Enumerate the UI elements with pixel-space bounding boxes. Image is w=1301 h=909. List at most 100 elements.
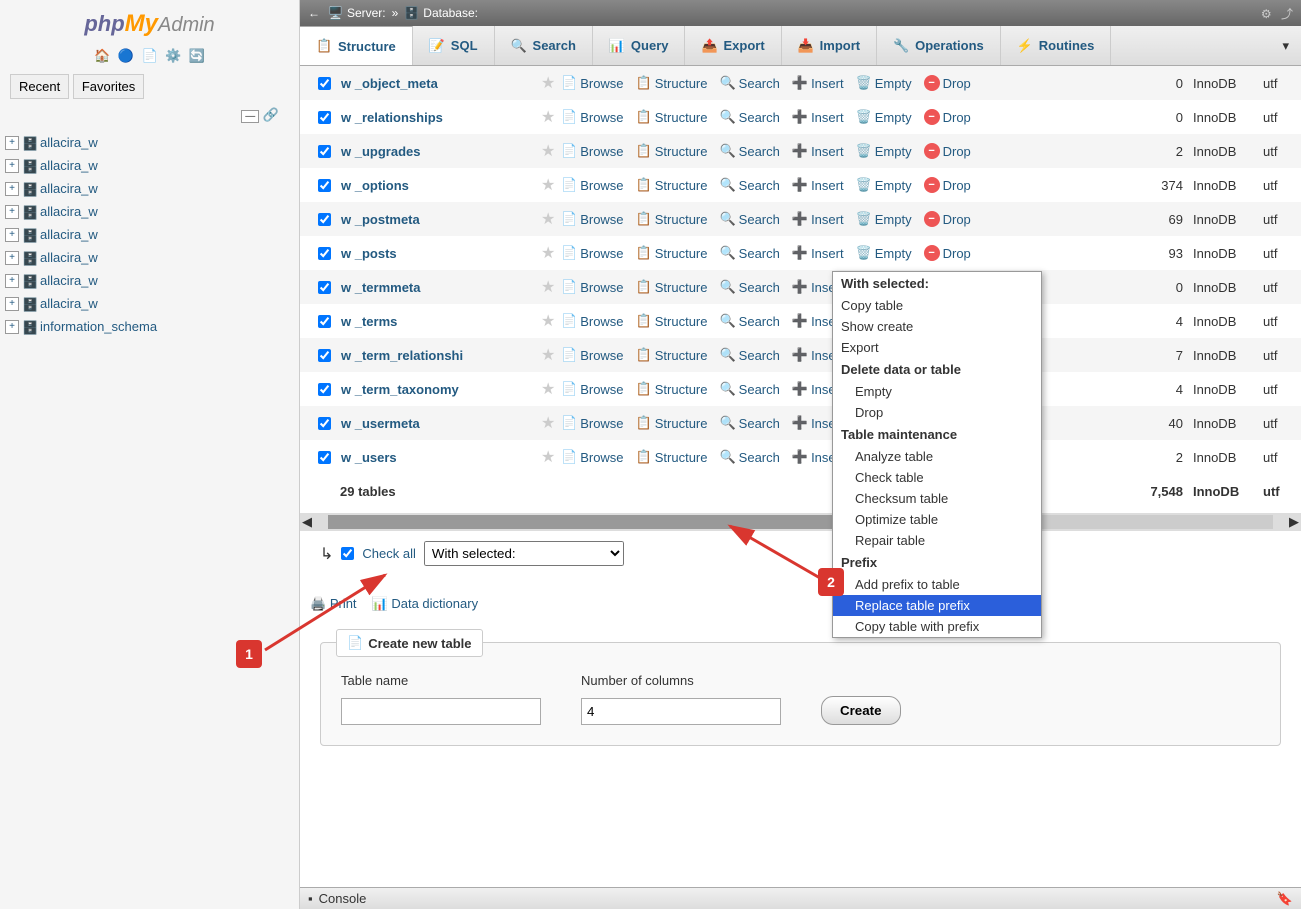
search-action[interactable]: 🔍Search bbox=[719, 245, 779, 261]
structure-action[interactable]: 📋Structure bbox=[636, 279, 708, 295]
back-icon[interactable]: ← bbox=[308, 6, 320, 20]
expand-icon[interactable]: + bbox=[5, 320, 19, 334]
collapse-panel-icon[interactable]: ⤴ bbox=[1281, 7, 1293, 21]
docs-icon[interactable]: 📄 bbox=[142, 48, 158, 64]
browse-action[interactable]: 📄Browse bbox=[561, 381, 624, 397]
console-bar[interactable]: ▪ Console 🔖 bbox=[300, 887, 1301, 909]
gear-icon[interactable]: ⚙ bbox=[1261, 7, 1272, 21]
row-checkbox[interactable] bbox=[318, 179, 331, 192]
scroll-track[interactable] bbox=[328, 515, 1273, 529]
table-name[interactable]: w _terms bbox=[341, 314, 541, 329]
search-action[interactable]: 🔍Search bbox=[719, 279, 779, 295]
search-action[interactable]: 🔍Search bbox=[719, 109, 779, 125]
tab-sql[interactable]: 📝SQL bbox=[413, 26, 495, 65]
structure-action[interactable]: 📋Structure bbox=[636, 109, 708, 125]
drop-action[interactable]: −Drop bbox=[924, 211, 971, 227]
tab-routines[interactable]: ⚡Routines bbox=[1001, 26, 1112, 65]
row-checkbox[interactable] bbox=[318, 77, 331, 90]
search-action[interactable]: 🔍Search bbox=[719, 347, 779, 363]
db-tree-item[interactable]: +🗄️allacira_w bbox=[5, 177, 294, 200]
db-tree-item[interactable]: +🗄️allacira_w bbox=[5, 223, 294, 246]
favorite-icon[interactable]: ★ bbox=[541, 107, 561, 127]
menu-analyze[interactable]: Analyze table bbox=[833, 446, 1041, 467]
search-action[interactable]: 🔍Search bbox=[719, 415, 779, 431]
breadcrumb-db-label[interactable]: Database: bbox=[423, 6, 478, 20]
structure-action[interactable]: 📋Structure bbox=[636, 415, 708, 431]
empty-action[interactable]: 🗑️Empty bbox=[856, 109, 912, 125]
table-name[interactable]: w _users bbox=[341, 450, 541, 465]
row-checkbox[interactable] bbox=[318, 383, 331, 396]
menu-copy-prefix[interactable]: Copy table with prefix bbox=[833, 616, 1041, 637]
search-action[interactable]: 🔍Search bbox=[719, 75, 779, 91]
table-name[interactable]: w _term_relationshi bbox=[341, 348, 541, 363]
db-tree-item[interactable]: +🗄️allacira_w bbox=[5, 200, 294, 223]
expand-icon[interactable]: + bbox=[5, 297, 19, 311]
structure-action[interactable]: 📋Structure bbox=[636, 177, 708, 193]
row-checkbox[interactable] bbox=[318, 247, 331, 260]
favorite-icon[interactable]: ★ bbox=[541, 175, 561, 195]
browse-action[interactable]: 📄Browse bbox=[561, 211, 624, 227]
row-checkbox[interactable] bbox=[318, 213, 331, 226]
structure-action[interactable]: 📋Structure bbox=[636, 381, 708, 397]
data-dictionary-link[interactable]: 📊 Data dictionary bbox=[372, 596, 479, 612]
table-name-input[interactable] bbox=[341, 698, 541, 725]
search-action[interactable]: 🔍Search bbox=[719, 143, 779, 159]
breadcrumb-server-label[interactable]: Server: bbox=[347, 6, 386, 20]
recent-button[interactable]: Recent bbox=[10, 74, 69, 99]
tab-import[interactable]: 📥Import bbox=[782, 26, 877, 65]
print-link[interactable]: 🖨️ Print bbox=[310, 596, 357, 612]
table-name[interactable]: w _termmeta bbox=[341, 280, 541, 295]
row-checkbox[interactable] bbox=[318, 111, 331, 124]
collapse-all-icon[interactable]: — bbox=[241, 110, 259, 123]
row-checkbox[interactable] bbox=[318, 315, 331, 328]
empty-action[interactable]: 🗑️Empty bbox=[856, 177, 912, 193]
browse-action[interactable]: 📄Browse bbox=[561, 347, 624, 363]
tab-structure[interactable]: 📋Structure bbox=[300, 26, 413, 65]
logout-icon[interactable]: 🔵 bbox=[118, 48, 134, 64]
structure-action[interactable]: 📋Structure bbox=[636, 143, 708, 159]
insert-action[interactable]: ➕Insert bbox=[792, 211, 844, 227]
create-button[interactable]: Create bbox=[821, 696, 901, 725]
insert-action[interactable]: ➕Insert bbox=[792, 177, 844, 193]
empty-action[interactable]: 🗑️Empty bbox=[856, 143, 912, 159]
favorite-icon[interactable]: ★ bbox=[541, 447, 561, 467]
link-icon[interactable]: 🔗 bbox=[263, 107, 279, 122]
horizontal-scrollbar[interactable]: ◀ ▶ bbox=[300, 513, 1301, 531]
favorite-icon[interactable]: ★ bbox=[541, 277, 561, 297]
bookmark-icon[interactable]: 🔖 bbox=[1277, 891, 1293, 907]
db-tree-item[interactable]: +🗄️allacira_w bbox=[5, 246, 294, 269]
table-name[interactable]: w _term_taxonomy bbox=[341, 382, 541, 397]
row-checkbox[interactable] bbox=[318, 451, 331, 464]
structure-action[interactable]: 📋Structure bbox=[636, 211, 708, 227]
menu-add-prefix[interactable]: Add prefix to table bbox=[833, 574, 1041, 595]
browse-action[interactable]: 📄Browse bbox=[561, 449, 624, 465]
browse-action[interactable]: 📄Browse bbox=[561, 415, 624, 431]
search-action[interactable]: 🔍Search bbox=[719, 211, 779, 227]
insert-action[interactable]: ➕Insert bbox=[792, 75, 844, 91]
check-all-link[interactable]: Check all bbox=[362, 546, 415, 561]
browse-action[interactable]: 📄Browse bbox=[561, 279, 624, 295]
tab-operations[interactable]: 🔧Operations bbox=[877, 26, 1001, 65]
with-selected-dropdown[interactable]: With selected: bbox=[424, 541, 624, 566]
expand-icon[interactable]: + bbox=[5, 182, 19, 196]
drop-action[interactable]: −Drop bbox=[924, 75, 971, 91]
favorite-icon[interactable]: ★ bbox=[541, 413, 561, 433]
favorite-icon[interactable]: ★ bbox=[541, 345, 561, 365]
db-tree-item[interactable]: +🗄️information_schema bbox=[5, 315, 294, 338]
tab-export[interactable]: 📤Export bbox=[685, 26, 781, 65]
structure-action[interactable]: 📋Structure bbox=[636, 449, 708, 465]
favorites-button[interactable]: Favorites bbox=[73, 74, 144, 99]
empty-action[interactable]: 🗑️Empty bbox=[856, 245, 912, 261]
db-tree-item[interactable]: +🗄️allacira_w bbox=[5, 154, 294, 177]
num-columns-input[interactable] bbox=[581, 698, 781, 725]
row-checkbox[interactable] bbox=[318, 417, 331, 430]
table-name[interactable]: w _object_meta bbox=[341, 76, 541, 91]
structure-action[interactable]: 📋Structure bbox=[636, 347, 708, 363]
favorite-icon[interactable]: ★ bbox=[541, 311, 561, 331]
menu-empty[interactable]: Empty bbox=[833, 381, 1041, 402]
expand-icon[interactable]: + bbox=[5, 136, 19, 150]
tab-search[interactable]: 🔍Search bbox=[495, 26, 593, 65]
favorite-icon[interactable]: ★ bbox=[541, 141, 561, 161]
menu-show-create[interactable]: Show create bbox=[833, 316, 1041, 337]
search-action[interactable]: 🔍Search bbox=[719, 177, 779, 193]
